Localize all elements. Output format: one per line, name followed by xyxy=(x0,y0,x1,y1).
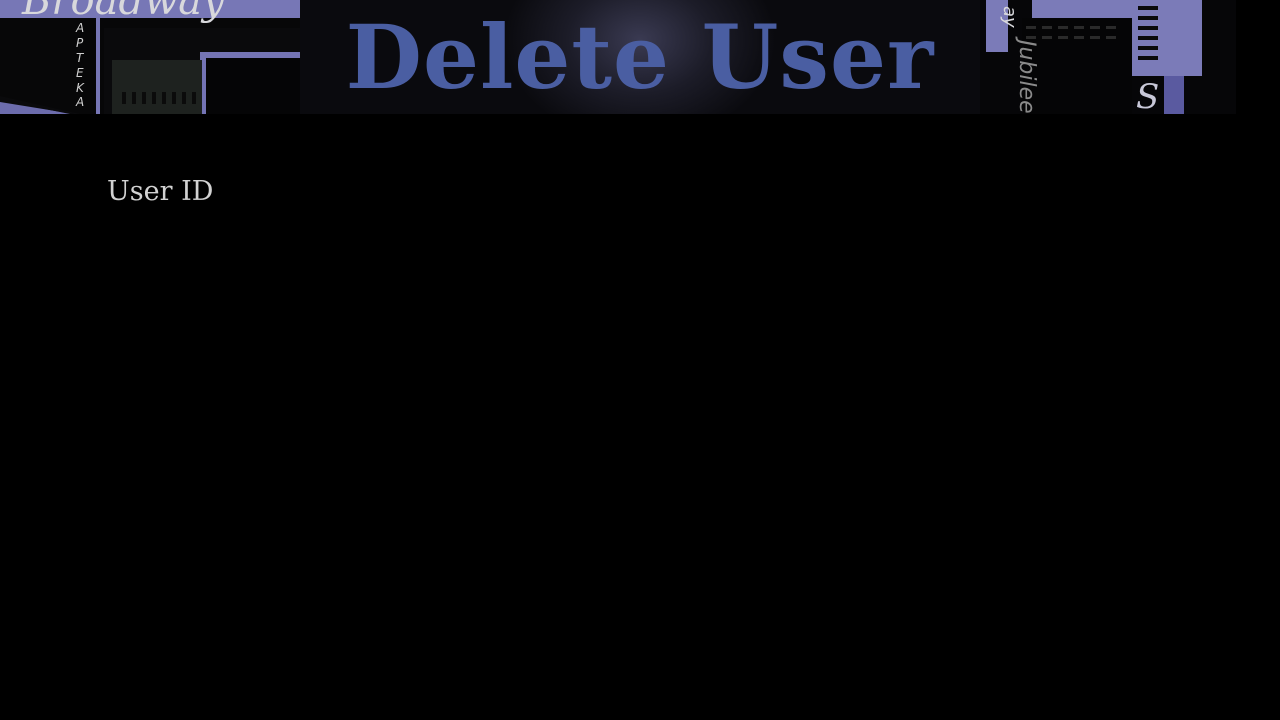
header-banner: Broadway A P T E K A Delete User S Jubil… xyxy=(0,0,1236,114)
page-title: Delete User xyxy=(345,5,935,109)
banner-vertical-script: Jubilee xyxy=(1014,36,1039,114)
svg-text:E: E xyxy=(76,66,84,80)
page: Broadway A P T E K A Delete User S Jubil… xyxy=(0,0,1280,720)
svg-text:P: P xyxy=(76,36,84,50)
banner-title-panel: Delete User xyxy=(300,0,980,114)
user-id-label: User ID xyxy=(107,176,214,207)
svg-text:S: S xyxy=(1136,77,1159,114)
delete-user-form: User ID xyxy=(107,176,213,207)
collage-right-art: S Jubilee ay xyxy=(980,0,1236,114)
svg-text:A: A xyxy=(75,21,84,35)
banner-collage-left: Broadway A P T E K A xyxy=(0,0,300,114)
svg-text:ay: ay xyxy=(999,6,1020,28)
banner-script-text: Broadway xyxy=(21,0,226,24)
svg-text:K: K xyxy=(76,81,85,95)
svg-text:A: A xyxy=(75,95,84,109)
banner-collage-right: S Jubilee ay xyxy=(980,0,1236,114)
collage-left-art: Broadway A P T E K A xyxy=(0,0,300,114)
